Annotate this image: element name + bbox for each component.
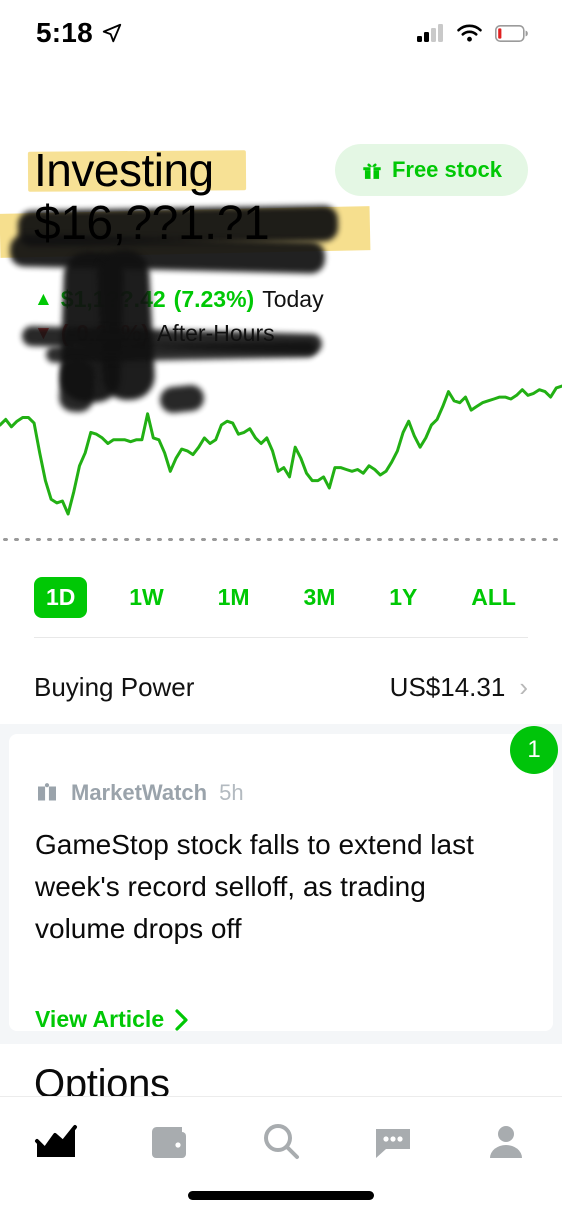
home-indicator <box>188 1191 374 1200</box>
wifi-icon <box>457 24 482 42</box>
buying-power-row[interactable]: Buying Power US$14.31 › <box>34 660 528 714</box>
status-bar: 5:18 <box>0 0 562 66</box>
profile-tab[interactable] <box>461 1113 551 1171</box>
battery-low-icon <box>495 24 528 42</box>
location-arrow-icon <box>102 23 122 43</box>
chevron-right-icon <box>175 1008 188 1031</box>
page-header: Investing Free stock <box>0 135 562 205</box>
range-1y[interactable]: 1Y <box>377 577 429 618</box>
messages-tab[interactable] <box>348 1113 438 1171</box>
wallet-icon <box>151 1127 186 1158</box>
search-icon <box>263 1124 299 1159</box>
view-article-label: View Article <box>35 1006 165 1032</box>
gift-icon <box>363 163 381 179</box>
range-3m[interactable]: 3M <box>291 577 347 618</box>
portfolio-value: $16,??1.?1 <box>34 197 270 250</box>
news-source-name: MarketWatch <box>71 780 208 805</box>
section-divider <box>34 637 528 638</box>
news-headline: GameStop stock falls to extend last week… <box>35 829 474 944</box>
range-1d[interactable]: 1D <box>34 576 88 618</box>
page-title-wrapper: Investing <box>27 143 247 197</box>
triangle-up-icon: ▲ <box>34 289 53 310</box>
range-all[interactable]: ALL <box>459 577 528 618</box>
page-title: Investing <box>34 144 214 196</box>
investing-tab[interactable] <box>11 1113 101 1171</box>
buying-power-label: Buying Power <box>34 671 195 702</box>
free-stock-label: Free stock <box>391 157 502 182</box>
chart-trending-icon <box>35 1125 78 1157</box>
news-source-row: MarketWatch 5h <box>35 780 244 806</box>
buying-power-value: US$14.31 <box>389 671 506 702</box>
status-bar-indicators <box>417 23 528 43</box>
redaction-stroke <box>96 248 156 402</box>
today-change-percent: (7.23%) <box>173 286 255 312</box>
chart-baseline-dotted <box>0 538 562 541</box>
cellular-signal-icon <box>417 24 443 42</box>
range-1w[interactable]: 1W <box>117 577 176 618</box>
news-card[interactable]: MarketWatch 5h GameStop stock falls to e… <box>9 734 553 1033</box>
person-icon <box>489 1126 522 1158</box>
news-timestamp: 5h <box>219 780 244 805</box>
chevron-right-icon: › <box>519 672 528 702</box>
range-1m[interactable]: 1M <box>206 577 262 618</box>
free-stock-button[interactable]: Free stock <box>334 144 528 196</box>
status-bar-time: 5:18 <box>36 17 93 48</box>
news-section: MarketWatch 5h GameStop stock falls to e… <box>0 724 562 1044</box>
buying-power-value-group: US$14.31 › <box>390 672 528 703</box>
portfolio-chart[interactable] <box>0 380 562 550</box>
search-tab[interactable] <box>236 1113 326 1171</box>
time-range-selector: 1D 1W 1M 3M 1Y ALL <box>34 575 528 619</box>
chart-line-svg <box>0 384 562 516</box>
investing-screen: 5:18 Investing Free stock $16,??1.?1 ▲ (… <box>0 0 562 1218</box>
status-bar-time-group: 5:18 <box>36 17 123 49</box>
open-book-icon <box>38 783 56 801</box>
wallet-tab[interactable] <box>124 1113 214 1171</box>
notification-badge[interactable]: 1 <box>510 726 558 774</box>
portfolio-value-wrapper: $16,??1.?1 <box>0 196 534 258</box>
today-change-label: Today <box>262 286 324 312</box>
view-article-link[interactable]: View Article <box>35 1006 190 1033</box>
chat-bubble-icon <box>376 1129 411 1158</box>
